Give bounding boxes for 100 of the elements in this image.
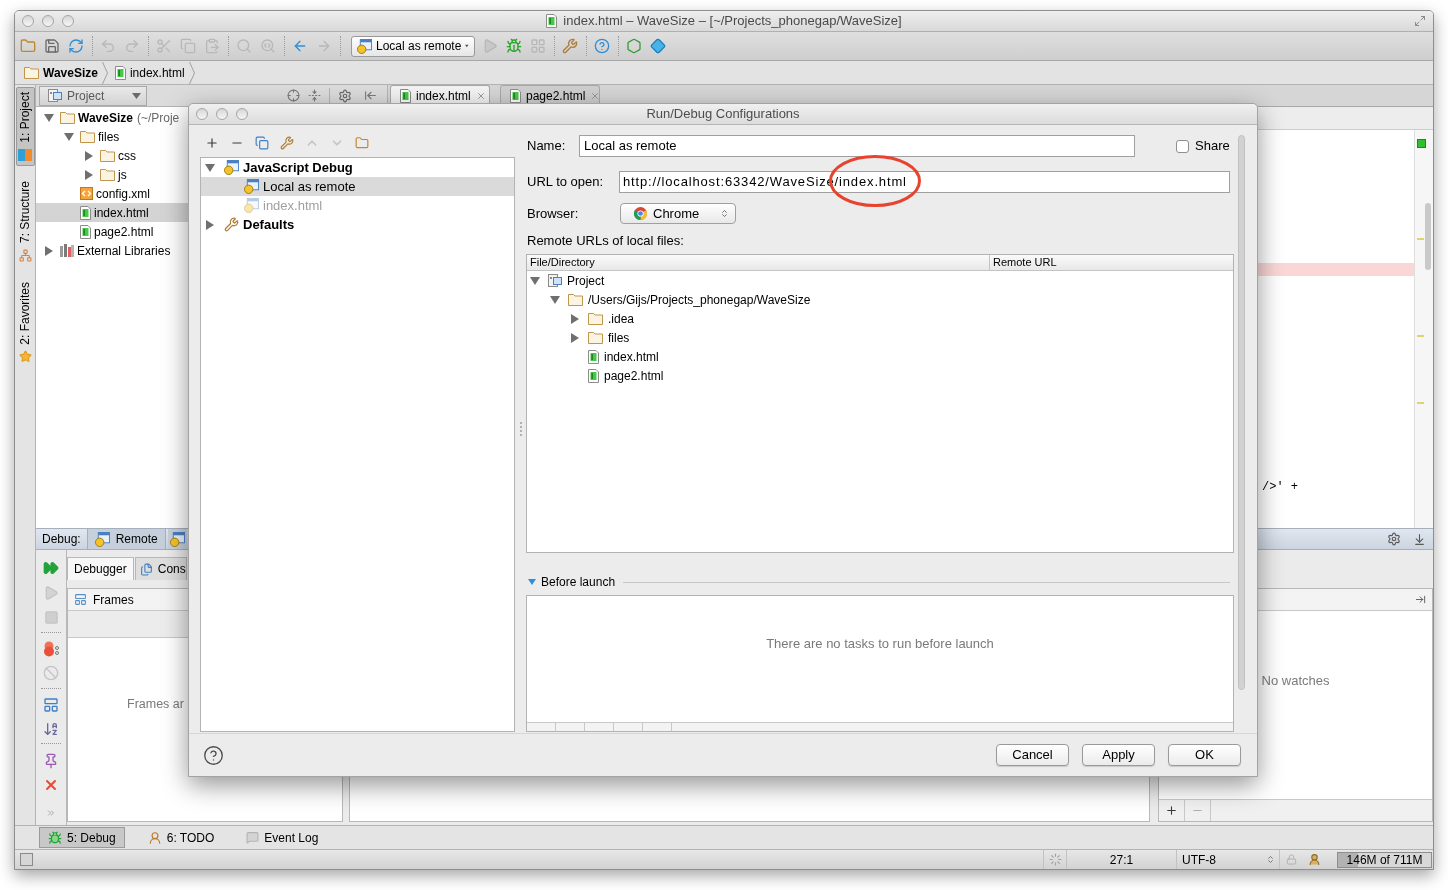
caret-right-icon[interactable] <box>45 245 53 256</box>
fullscreen-icon[interactable] <box>1414 15 1426 27</box>
refresh-icon[interactable] <box>68 38 84 54</box>
caret-down-icon[interactable] <box>44 113 54 122</box>
tree-item[interactable]: Local as remote <box>201 177 514 196</box>
caret-down-icon[interactable] <box>550 295 560 304</box>
caret-down-icon[interactable] <box>530 276 540 285</box>
tree-item[interactable]: page2.html <box>36 222 188 241</box>
breakpoints-icon[interactable] <box>43 640 59 657</box>
stripe-marker[interactable] <box>1417 238 1424 240</box>
tool-window-button[interactable]: Event Log <box>237 827 328 848</box>
minimize-button[interactable] <box>42 15 54 27</box>
breadcrumb-item[interactable]: index.html <box>114 63 189 82</box>
tree-item[interactable]: WaveSize (~/Proje <box>36 108 188 127</box>
dialog-button[interactable]: Cancel <box>996 744 1069 766</box>
stripe-marker[interactable] <box>1417 402 1424 404</box>
search-icon[interactable] <box>236 38 252 54</box>
memory-indicator[interactable]: 146M of 711M <box>1337 851 1432 868</box>
add-icon[interactable] <box>1165 804 1178 817</box>
arrow-left-to-line-icon[interactable] <box>364 89 377 102</box>
tool-window-button[interactable]: 7: Structure <box>15 175 35 267</box>
tree-item[interactable]: css <box>36 146 188 165</box>
run-config-dropdown[interactable]: Local as remote <box>351 35 475 57</box>
resume-icon[interactable] <box>43 560 59 577</box>
panel-toggle-icon[interactable] <box>20 853 33 866</box>
caret-right-icon[interactable] <box>85 169 93 180</box>
dialog-button[interactable]: Apply <box>1082 744 1155 766</box>
caret-down-icon[interactable] <box>205 163 215 172</box>
pin-icon[interactable] <box>43 752 59 769</box>
arrow-down-to-line-icon[interactable] <box>1413 532 1426 546</box>
share-checkbox[interactable] <box>1176 139 1189 153</box>
tree-item[interactable]: config.xml <box>36 184 188 203</box>
ban-icon[interactable] <box>43 665 59 682</box>
close-button[interactable] <box>22 15 34 27</box>
tree-item[interactable]: JavaScript Debug <box>201 158 514 177</box>
copy-icon[interactable] <box>180 38 196 54</box>
scrollbar-thumb[interactable] <box>1425 203 1431 270</box>
caret-down-icon[interactable] <box>64 132 74 141</box>
settings-icon[interactable] <box>338 88 352 103</box>
encoding-selector[interactable]: UTF-8 <box>1177 850 1280 869</box>
settings-icon[interactable] <box>1387 532 1401 546</box>
lock-icon[interactable] <box>1285 854 1297 865</box>
undo-icon[interactable] <box>100 38 116 54</box>
grid-icon[interactable] <box>530 38 546 54</box>
diamond-icon[interactable] <box>650 38 666 54</box>
stop-icon[interactable] <box>43 609 59 625</box>
caret-right-icon[interactable] <box>571 313 579 324</box>
close-button[interactable] <box>196 108 208 120</box>
tree-item[interactable]: page2.html <box>527 366 1233 385</box>
zoom-button[interactable] <box>236 108 248 120</box>
fold-icon[interactable] <box>308 89 321 102</box>
tool-window-button[interactable]: 5: Debug <box>39 827 125 848</box>
tree-item[interactable]: External Libraries <box>36 241 188 260</box>
tree-item[interactable]: files <box>527 328 1233 347</box>
panel-tab[interactable]: Cons <box>134 557 187 580</box>
redo-icon[interactable] <box>124 38 140 54</box>
tool-window-button[interactable]: 6: TODO <box>138 827 224 848</box>
status-square-icon[interactable] <box>1417 139 1426 148</box>
cursor-position[interactable]: 27:1 <box>1109 850 1134 869</box>
arrow-right-to-line-icon[interactable] <box>1415 594 1426 605</box>
play-icon[interactable] <box>43 584 59 601</box>
panel-tab[interactable]: Debugger <box>67 557 134 580</box>
copy-icon[interactable] <box>255 136 269 150</box>
stripe-marker[interactable] <box>1417 335 1424 337</box>
arrow-right-icon[interactable] <box>316 38 332 54</box>
minimize-button[interactable] <box>216 108 228 120</box>
splitter-handle[interactable] <box>519 422 522 436</box>
tree-item[interactable]: index.html <box>36 203 188 222</box>
close-icon[interactable] <box>590 91 601 101</box>
scissors-icon[interactable] <box>156 38 172 54</box>
play-icon[interactable] <box>482 38 498 54</box>
tree-item[interactable]: js <box>36 165 188 184</box>
column-header[interactable]: File/Directory <box>527 255 990 270</box>
session-tab[interactable]: Remote <box>87 529 166 549</box>
caret-right-icon[interactable] <box>571 332 579 343</box>
wrench-icon[interactable] <box>562 38 578 54</box>
close-icon[interactable] <box>475 91 486 101</box>
clipboard-icon[interactable] <box>204 38 220 54</box>
column-header[interactable]: Remote URL <box>990 255 1233 270</box>
sort-icon[interactable] <box>43 721 59 738</box>
session-tab[interactable] <box>167 529 187 549</box>
wrench-icon[interactable] <box>280 136 294 150</box>
section-toggle[interactable]: Before launch <box>526 573 616 591</box>
magnifier-icon[interactable] <box>260 38 276 54</box>
hexagon-icon[interactable] <box>626 38 642 54</box>
arrow-left-icon[interactable] <box>292 38 308 54</box>
caret-right-icon[interactable] <box>206 219 214 230</box>
layout-icon[interactable] <box>43 696 59 713</box>
tree-item[interactable]: Project <box>527 271 1233 290</box>
crosshair-icon[interactable] <box>287 89 300 102</box>
zoom-button[interactable] <box>62 15 74 27</box>
tree-item[interactable]: /Users/Gijs/Projects_phonegap/WaveSize <box>527 290 1233 309</box>
tool-window-button[interactable]: 1: Project <box>15 87 35 166</box>
tool-window-button[interactable]: 2: Favorites <box>15 276 35 369</box>
tree-item[interactable]: Defaults <box>201 215 514 234</box>
tree-item[interactable]: files <box>36 127 188 146</box>
more-icon[interactable] <box>46 807 56 818</box>
tree-item[interactable]: .idea <box>527 309 1233 328</box>
breadcrumb-item[interactable]: WaveSize <box>24 63 102 82</box>
bug-icon[interactable] <box>506 38 522 54</box>
